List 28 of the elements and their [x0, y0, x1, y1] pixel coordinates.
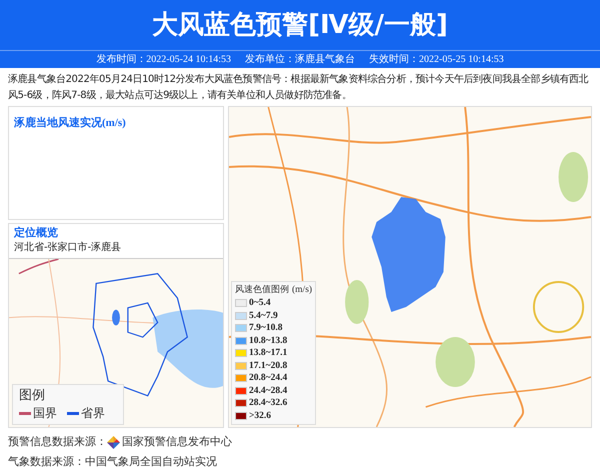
- legend-label: 国界: [33, 405, 57, 422]
- diamond-logo-icon: [107, 436, 120, 448]
- panel-title: 定位概览: [14, 225, 59, 240]
- legend-label: 13.8~17.1: [249, 347, 288, 360]
- source-value: 国家预警信息发布中心: [122, 434, 232, 450]
- legend-label: 10.8~13.8: [249, 334, 288, 348]
- source-label: 预警信息数据来源：: [8, 434, 107, 450]
- meta-text: 发布单位：涿鹿县气象台: [245, 52, 355, 67]
- legend-label: 省界: [81, 405, 105, 422]
- legend-label: 20.8~24.4: [249, 372, 288, 386]
- legend-label: 0~5.4: [249, 297, 271, 310]
- legend-label: 7.9~10.8: [249, 322, 282, 336]
- legend-label: >32.6: [249, 410, 272, 423]
- legend-unit: (m/s): [292, 284, 312, 297]
- legend-label: 24.4~28.4: [249, 384, 288, 398]
- source-value: 中国气象局全国自动站实况: [85, 454, 217, 470]
- legend-label: 5.4~7.9: [249, 310, 278, 323]
- location-path: 河北省-张家口市-涿鹿县: [14, 240, 122, 255]
- warning-description: 涿鹿县气象台2022年05月24日10时12分发布大风蓝色预警信号：根据最新气象资料综合分析，预计今天午后到夜间我县全部乡镇有西北风5-6级，阵风7-8级，最大站点可达9级以上，请有关单位和人员做好防范准备。: [7, 72, 590, 103]
- legend-title: 风速色值图例: [235, 284, 289, 297]
- meta-text: 失效时间：2022-05-25 10:14:53: [369, 52, 504, 67]
- legend-label: 28.4~32.6: [249, 397, 288, 410]
- legend-title: 图例: [19, 387, 46, 404]
- warning-title: 大风蓝色预警[Ⅳ级/一般]: [152, 8, 448, 42]
- panel-title: 涿鹿当地风速实况(m/s): [14, 117, 126, 129]
- meta-text: 发布时间：2022-05-24 10:14:53: [96, 52, 231, 67]
- legend-label: 17.1~20.8: [249, 360, 288, 373]
- source-label: 气象数据来源：: [8, 454, 85, 470]
